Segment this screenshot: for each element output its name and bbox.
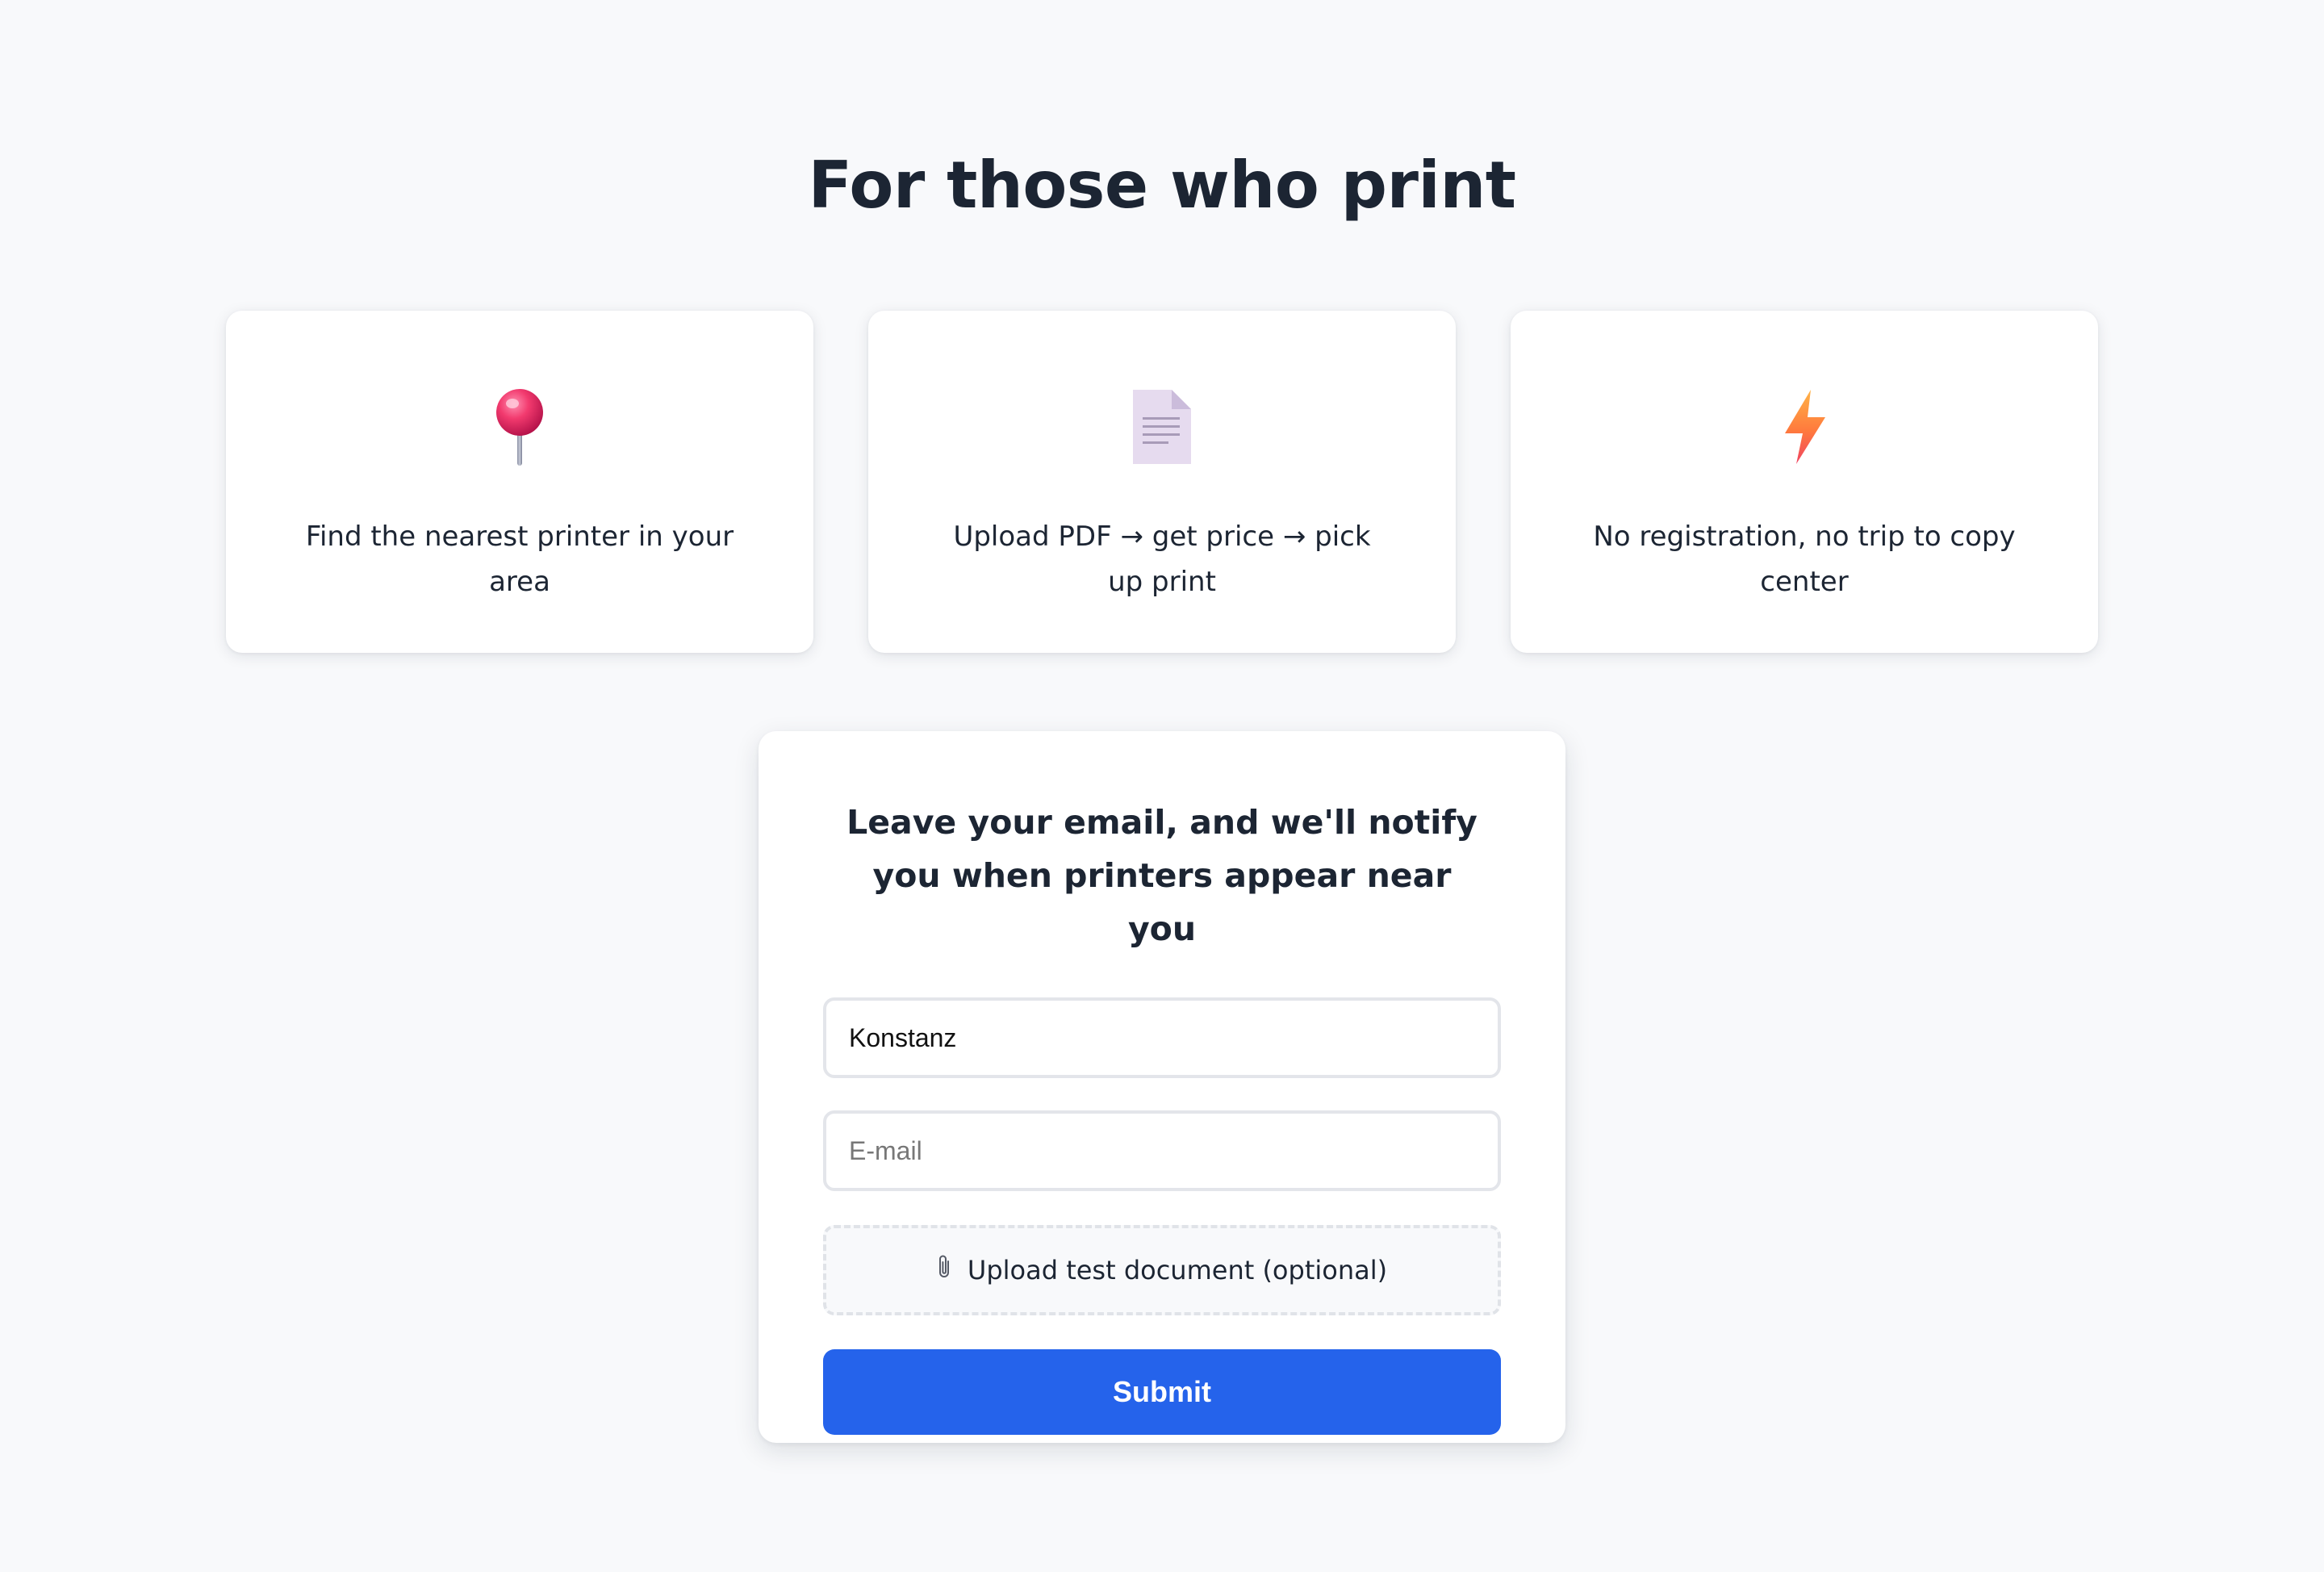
pushpin-icon	[226, 388, 813, 466]
feature-card-no-registration: No registration, no trip to copy center	[1511, 311, 2098, 653]
feature-text: No registration, no trip to copy center	[1593, 521, 2016, 598]
feature-text: Find the nearest printer in your area	[305, 521, 734, 598]
document-icon	[868, 388, 1456, 466]
features-row: Find the nearest printer in your area Up…	[226, 311, 2098, 653]
upload-label: Upload test document (optional)	[967, 1255, 1388, 1286]
signup-form-card: Leave your email, and we'll notify you w…	[759, 731, 1565, 1443]
feature-text: Upload PDF → get price → pick up print	[953, 521, 1371, 598]
signup-heading: Leave your email, and we'll notify you w…	[846, 803, 1478, 948]
email-field[interactable]	[823, 1110, 1501, 1191]
feature-card-upload-pdf: Upload PDF → get price → pick up print	[868, 311, 1456, 653]
page-title: For those who print	[808, 148, 1516, 223]
upload-document-button[interactable]: Upload test document (optional)	[823, 1225, 1501, 1315]
feature-card-find-printer: Find the nearest printer in your area	[226, 311, 813, 653]
submit-button[interactable]: Submit	[823, 1349, 1501, 1435]
city-input[interactable]	[823, 997, 1501, 1078]
paperclip-icon	[937, 1254, 953, 1286]
lightning-icon	[1511, 388, 2098, 466]
